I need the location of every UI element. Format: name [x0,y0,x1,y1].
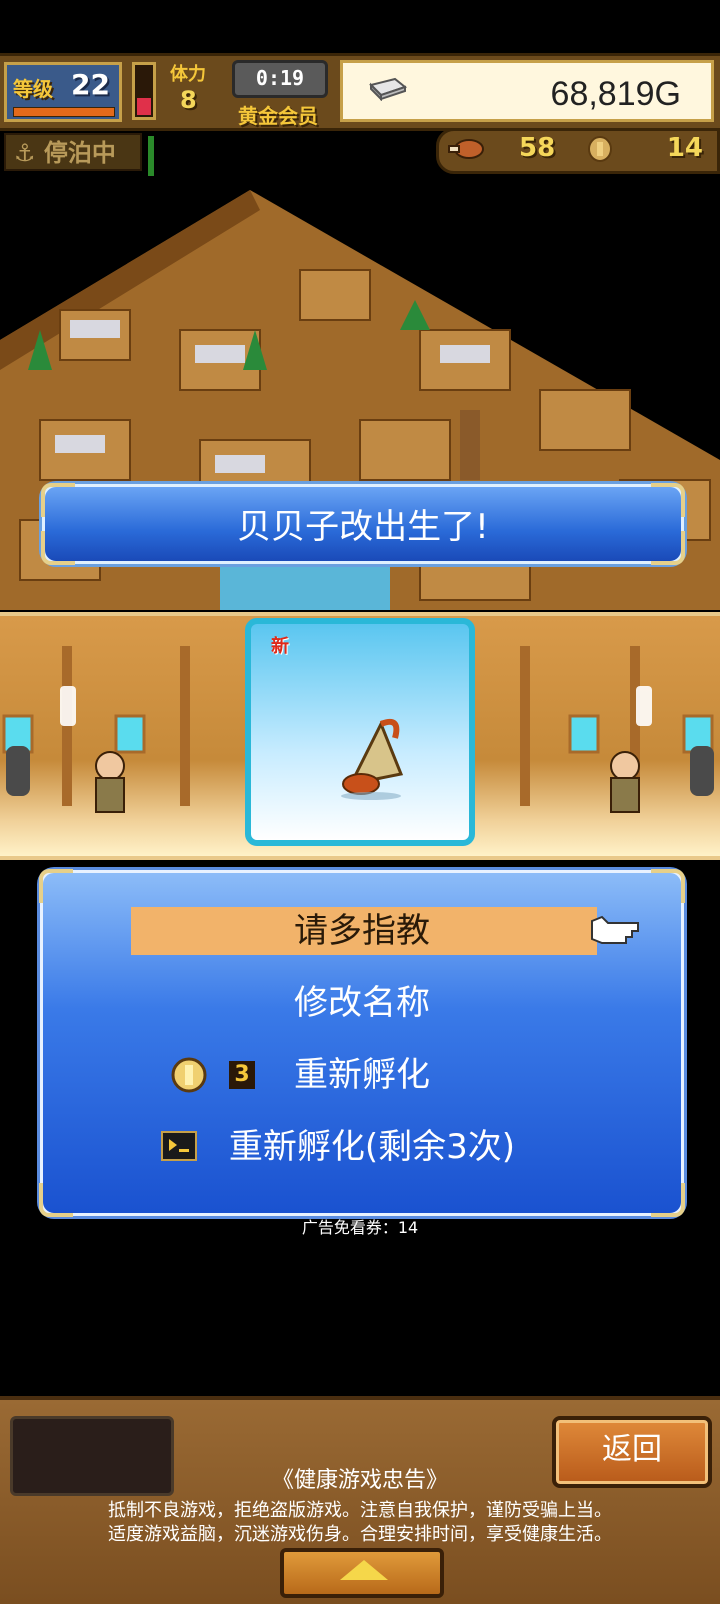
menu-corner [39,869,73,903]
health-notice-title: 《健康游戏忠告》 [271,1468,448,1493]
resource-panel: 58 14 [436,128,720,174]
money-value: 68,819G [550,75,681,113]
greet-option-label: 请多指教 [294,911,430,951]
food-icon [448,139,484,159]
menu-corner [39,1183,73,1217]
timer-display: 0:19 [232,60,328,98]
stamina-value: 8 [180,86,197,114]
docked-status: ⚓ 停泊中 [4,133,142,171]
new-creature-card: 新 [245,618,475,846]
banner-text: 贝贝子改出生了! [237,507,489,547]
up-arrow-icon [340,1560,388,1580]
stamina-bar [132,62,156,120]
crew-member-left [95,751,125,813]
hermit-crab-icon [341,718,404,800]
health-notice-line: 抵制不良游戏，拒绝盗版游戏。注意自我保护，谨防受骗上当。 [108,1500,612,1521]
creature-action-menu: 请多指教 修改名称 3 重新孵化 重新孵化(剩余3次) [39,869,685,1217]
menu-corner [651,869,685,903]
rename-option-label: 修改名称 [294,983,430,1023]
money-panel[interactable]: 68,819G [340,60,714,122]
status-indicator [148,136,154,176]
ad-ticket-count: 广告免看券：14 [301,1218,419,1237]
birth-announcement-banner: 贝贝子改出生了! [41,483,685,565]
rehatch-ad-option[interactable]: 重新孵化(剩余3次) [43,1123,681,1171]
membership-label[interactable]: 黄金会员 [238,100,318,129]
silver-bar-icon [369,77,408,101]
food-count: 58 [519,133,556,163]
level-panel: 等级 22 [4,62,122,122]
level-value: 22 [71,68,110,101]
level-exp-bar [13,107,115,117]
level-label: 等级 [13,77,53,101]
rename-option[interactable]: 修改名称 [43,979,681,1027]
expand-menu-button[interactable] [280,1548,444,1598]
rehatch-coin-label: 重新孵化 [294,1055,430,1095]
rehatch-coin-option[interactable]: 重新孵化 [43,1051,681,1099]
top-hud: 等级 22 体力 8 0:19 黄金会员 68,819G [0,53,720,131]
rehatch-ad-label: 重新孵化(剩余3次) [228,1127,516,1167]
bottom-bar: 返回 《健康游戏忠告》 抵制不良游戏，拒绝盗版游戏。注意自我保护，谨防受骗上当。… [0,1396,720,1604]
menu-corner [651,1183,685,1217]
health-notice-line: 适度游戏益脑，沉迷游戏伤身。合理安排时间，享受健康生活。 [108,1524,612,1545]
pointing-hand-icon [591,915,639,944]
greet-option[interactable]: 请多指教 [43,907,681,955]
coin-icon [588,136,612,162]
stamina-label: 体力 [170,64,206,85]
docked-label: 停泊中 [43,139,116,167]
anchor-icon: ⚓ [14,139,36,167]
crew-member-right [610,751,640,813]
new-badge: 新 [271,636,289,657]
stamina-fill [137,98,151,115]
coin-count: 14 [666,133,703,163]
